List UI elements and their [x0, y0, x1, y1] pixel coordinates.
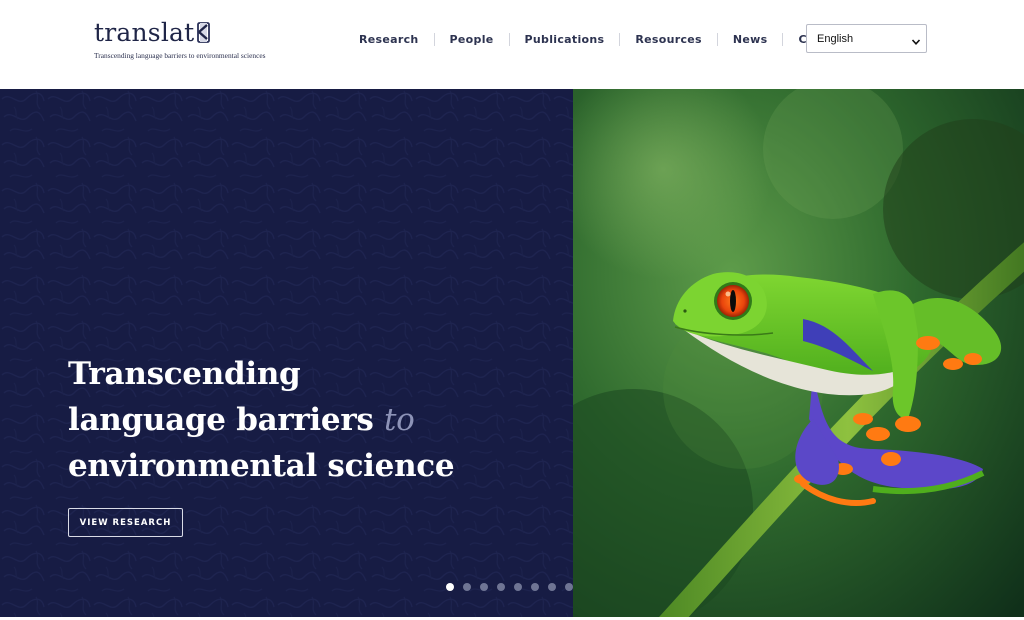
hero-heading-line-3: environmental science: [68, 448, 455, 484]
main-nav: Research People Publications Resources N…: [344, 28, 864, 50]
view-research-button[interactable]: VIEW RESEARCH: [68, 508, 183, 537]
logo-tagline: Transcending language barriers to enviro…: [94, 51, 266, 60]
slider-dot-1[interactable]: [446, 583, 454, 591]
slider-dot-4[interactable]: [497, 583, 505, 591]
slider-dot-2[interactable]: [463, 583, 471, 591]
nav-item-research[interactable]: Research: [344, 33, 434, 46]
hero-heading-accent: to: [384, 402, 415, 438]
chevron-down-icon: [911, 34, 921, 45]
slider-dot-7[interactable]: [548, 583, 556, 591]
nav-item-people[interactable]: People: [435, 33, 509, 46]
hero-panel: Transcending language barriers to enviro…: [0, 89, 573, 617]
nav-item-resources[interactable]: Resources: [620, 33, 717, 46]
logo-text: translat: [94, 18, 195, 47]
slider-pagination: [446, 583, 573, 591]
logo-e-mark-icon: [195, 20, 211, 46]
hero-heading: Transcending language barriers to enviro…: [68, 351, 455, 489]
logo-wordmark: translat: [94, 16, 266, 50]
nav-item-publications[interactable]: Publications: [510, 33, 620, 46]
view-research-button-label: VIEW RESEARCH: [79, 517, 172, 528]
slider-dot-6[interactable]: [531, 583, 539, 591]
hero-heading-line-2: language barriers: [68, 402, 374, 438]
language-select-value: English: [817, 32, 854, 45]
slider-dot-5[interactable]: [514, 583, 522, 591]
tree-frog-image: [573, 89, 1024, 617]
hero-heading-line-1: Transcending: [68, 356, 301, 392]
site-header: translat Transcending language barriers …: [0, 0, 1024, 89]
language-select[interactable]: English: [806, 24, 927, 53]
hero-image: [573, 89, 1024, 617]
nav-item-news[interactable]: News: [718, 33, 783, 46]
slider-dot-8[interactable]: [565, 583, 573, 591]
site-logo[interactable]: translat Transcending language barriers …: [94, 16, 266, 60]
slider-dot-3[interactable]: [480, 583, 488, 591]
